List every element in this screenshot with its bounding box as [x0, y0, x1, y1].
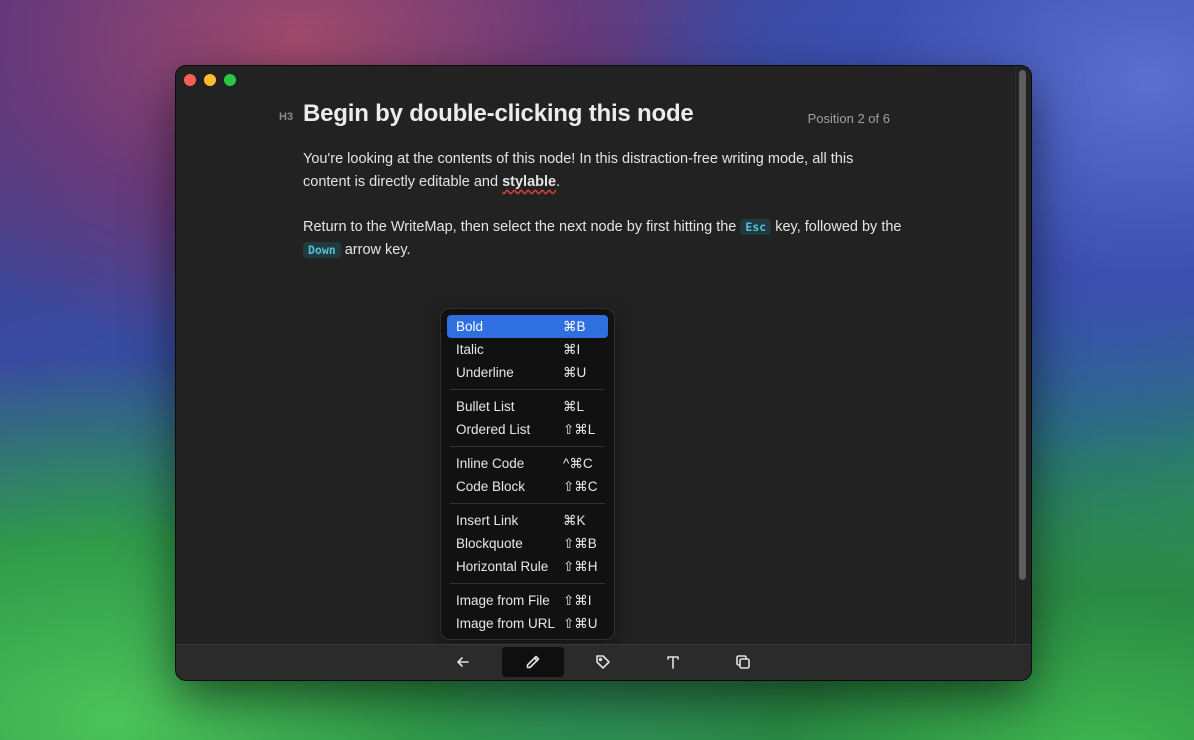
- menu-separator: [450, 389, 605, 390]
- menu-item-blockquote[interactable]: Blockquote ⇧⌘B: [447, 532, 608, 555]
- menu-item-underline[interactable]: Underline ⌘U: [447, 361, 608, 384]
- minimize-button[interactable]: [204, 74, 216, 86]
- close-button[interactable]: [184, 74, 196, 86]
- menu-item-shortcut: ⌘L: [563, 399, 585, 414]
- menu-item-bullet-list[interactable]: Bullet List ⌘L: [447, 395, 608, 418]
- menu-item-code-block[interactable]: Code Block ⇧⌘C: [447, 475, 608, 498]
- text-style-button[interactable]: [642, 647, 704, 677]
- menu-item-shortcut: ⌘K: [563, 513, 586, 528]
- pencil-icon: [526, 655, 540, 669]
- menu-item-shortcut: ⇧⌘L: [563, 422, 596, 437]
- menu-item-shortcut: ⇧⌘I: [563, 593, 592, 608]
- menu-item-shortcut: ⇧⌘H: [563, 559, 598, 574]
- menu-separator: [450, 446, 605, 447]
- back-button[interactable]: [432, 647, 494, 677]
- menu-item-shortcut: ⇧⌘C: [563, 479, 598, 494]
- menu-separator: [450, 583, 605, 584]
- editor-window: H3 Begin by double-clicking this node Po…: [176, 66, 1031, 680]
- menu-item-shortcut: ⌘U: [563, 365, 587, 380]
- heading-level-badge: H3: [279, 111, 294, 123]
- copy-icon: [736, 655, 750, 669]
- menu-item-shortcut: ⌘B: [563, 319, 586, 334]
- vertical-scrollbar[interactable]: [1015, 66, 1031, 645]
- menu-item-label: Underline: [456, 365, 514, 380]
- menu-item-insert-link[interactable]: Insert Link ⌘K: [447, 509, 608, 532]
- menu-item-label: Bold: [456, 319, 484, 334]
- menu-item-label: Italic: [456, 342, 484, 357]
- menu-item-horizontal-rule[interactable]: Horizontal Rule ⇧⌘H: [447, 555, 608, 578]
- menu-item-italic[interactable]: Italic ⌘I: [447, 338, 608, 361]
- tag-icon: [596, 655, 610, 669]
- content-paragraph-2[interactable]: Return to the WriteMap, then select the …: [303, 216, 903, 262]
- scrollbar-thumb[interactable]: [1019, 70, 1026, 580]
- menu-item-label: Insert Link: [456, 513, 519, 528]
- menu-item-label: Code Block: [456, 479, 526, 494]
- position-indicator: Position 2 of 6: [807, 111, 890, 126]
- inline-code-esc: Esc: [740, 219, 772, 235]
- content-paragraph-1[interactable]: You're looking at the contents of this n…: [303, 148, 903, 194]
- menu-separator: [450, 503, 605, 504]
- arrow-left-icon: [457, 657, 469, 667]
- menu-item-image-from-url[interactable]: Image from URL ⇧⌘U: [447, 612, 608, 635]
- text-icon: [667, 656, 679, 669]
- format-context-menu: Bold ⌘B Italic ⌘I Underline ⌘U Bullet List ⌘L Or…: [441, 309, 614, 639]
- menu-item-label: Horizontal Rule: [456, 559, 549, 574]
- menu-item-bold[interactable]: Bold ⌘B: [447, 315, 608, 338]
- menu-item-shortcut: ^⌘C: [563, 456, 593, 471]
- menu-item-label: Ordered List: [456, 422, 531, 437]
- menu-item-label: Bullet List: [456, 399, 515, 414]
- misspelled-word: stylable: [502, 174, 557, 190]
- window-controls: [184, 74, 236, 86]
- menu-item-label: Image from URL: [456, 616, 556, 631]
- menu-item-shortcut: ⇧⌘B: [563, 536, 597, 551]
- inline-code-down: Down: [303, 242, 341, 258]
- copy-button[interactable]: [712, 647, 774, 677]
- menu-item-label: Inline Code: [456, 456, 525, 471]
- menu-item-shortcut: ⌘I: [563, 342, 581, 357]
- tag-button[interactable]: [572, 647, 634, 677]
- menu-item-image-from-file[interactable]: Image from File ⇧⌘I: [447, 589, 608, 612]
- menu-item-label: Blockquote: [456, 536, 523, 551]
- menu-item-label: Image from File: [456, 593, 550, 608]
- node-title[interactable]: Begin by double-clicking this node: [303, 100, 694, 128]
- menu-item-ordered-list[interactable]: Ordered List ⇧⌘L: [447, 418, 608, 441]
- zoom-button[interactable]: [224, 74, 236, 86]
- edit-button[interactable]: [502, 647, 564, 677]
- menu-item-shortcut: ⇧⌘U: [563, 616, 598, 631]
- menu-item-inline-code[interactable]: Inline Code ^⌘C: [447, 452, 608, 475]
- bottom-toolbar: [176, 644, 1031, 680]
